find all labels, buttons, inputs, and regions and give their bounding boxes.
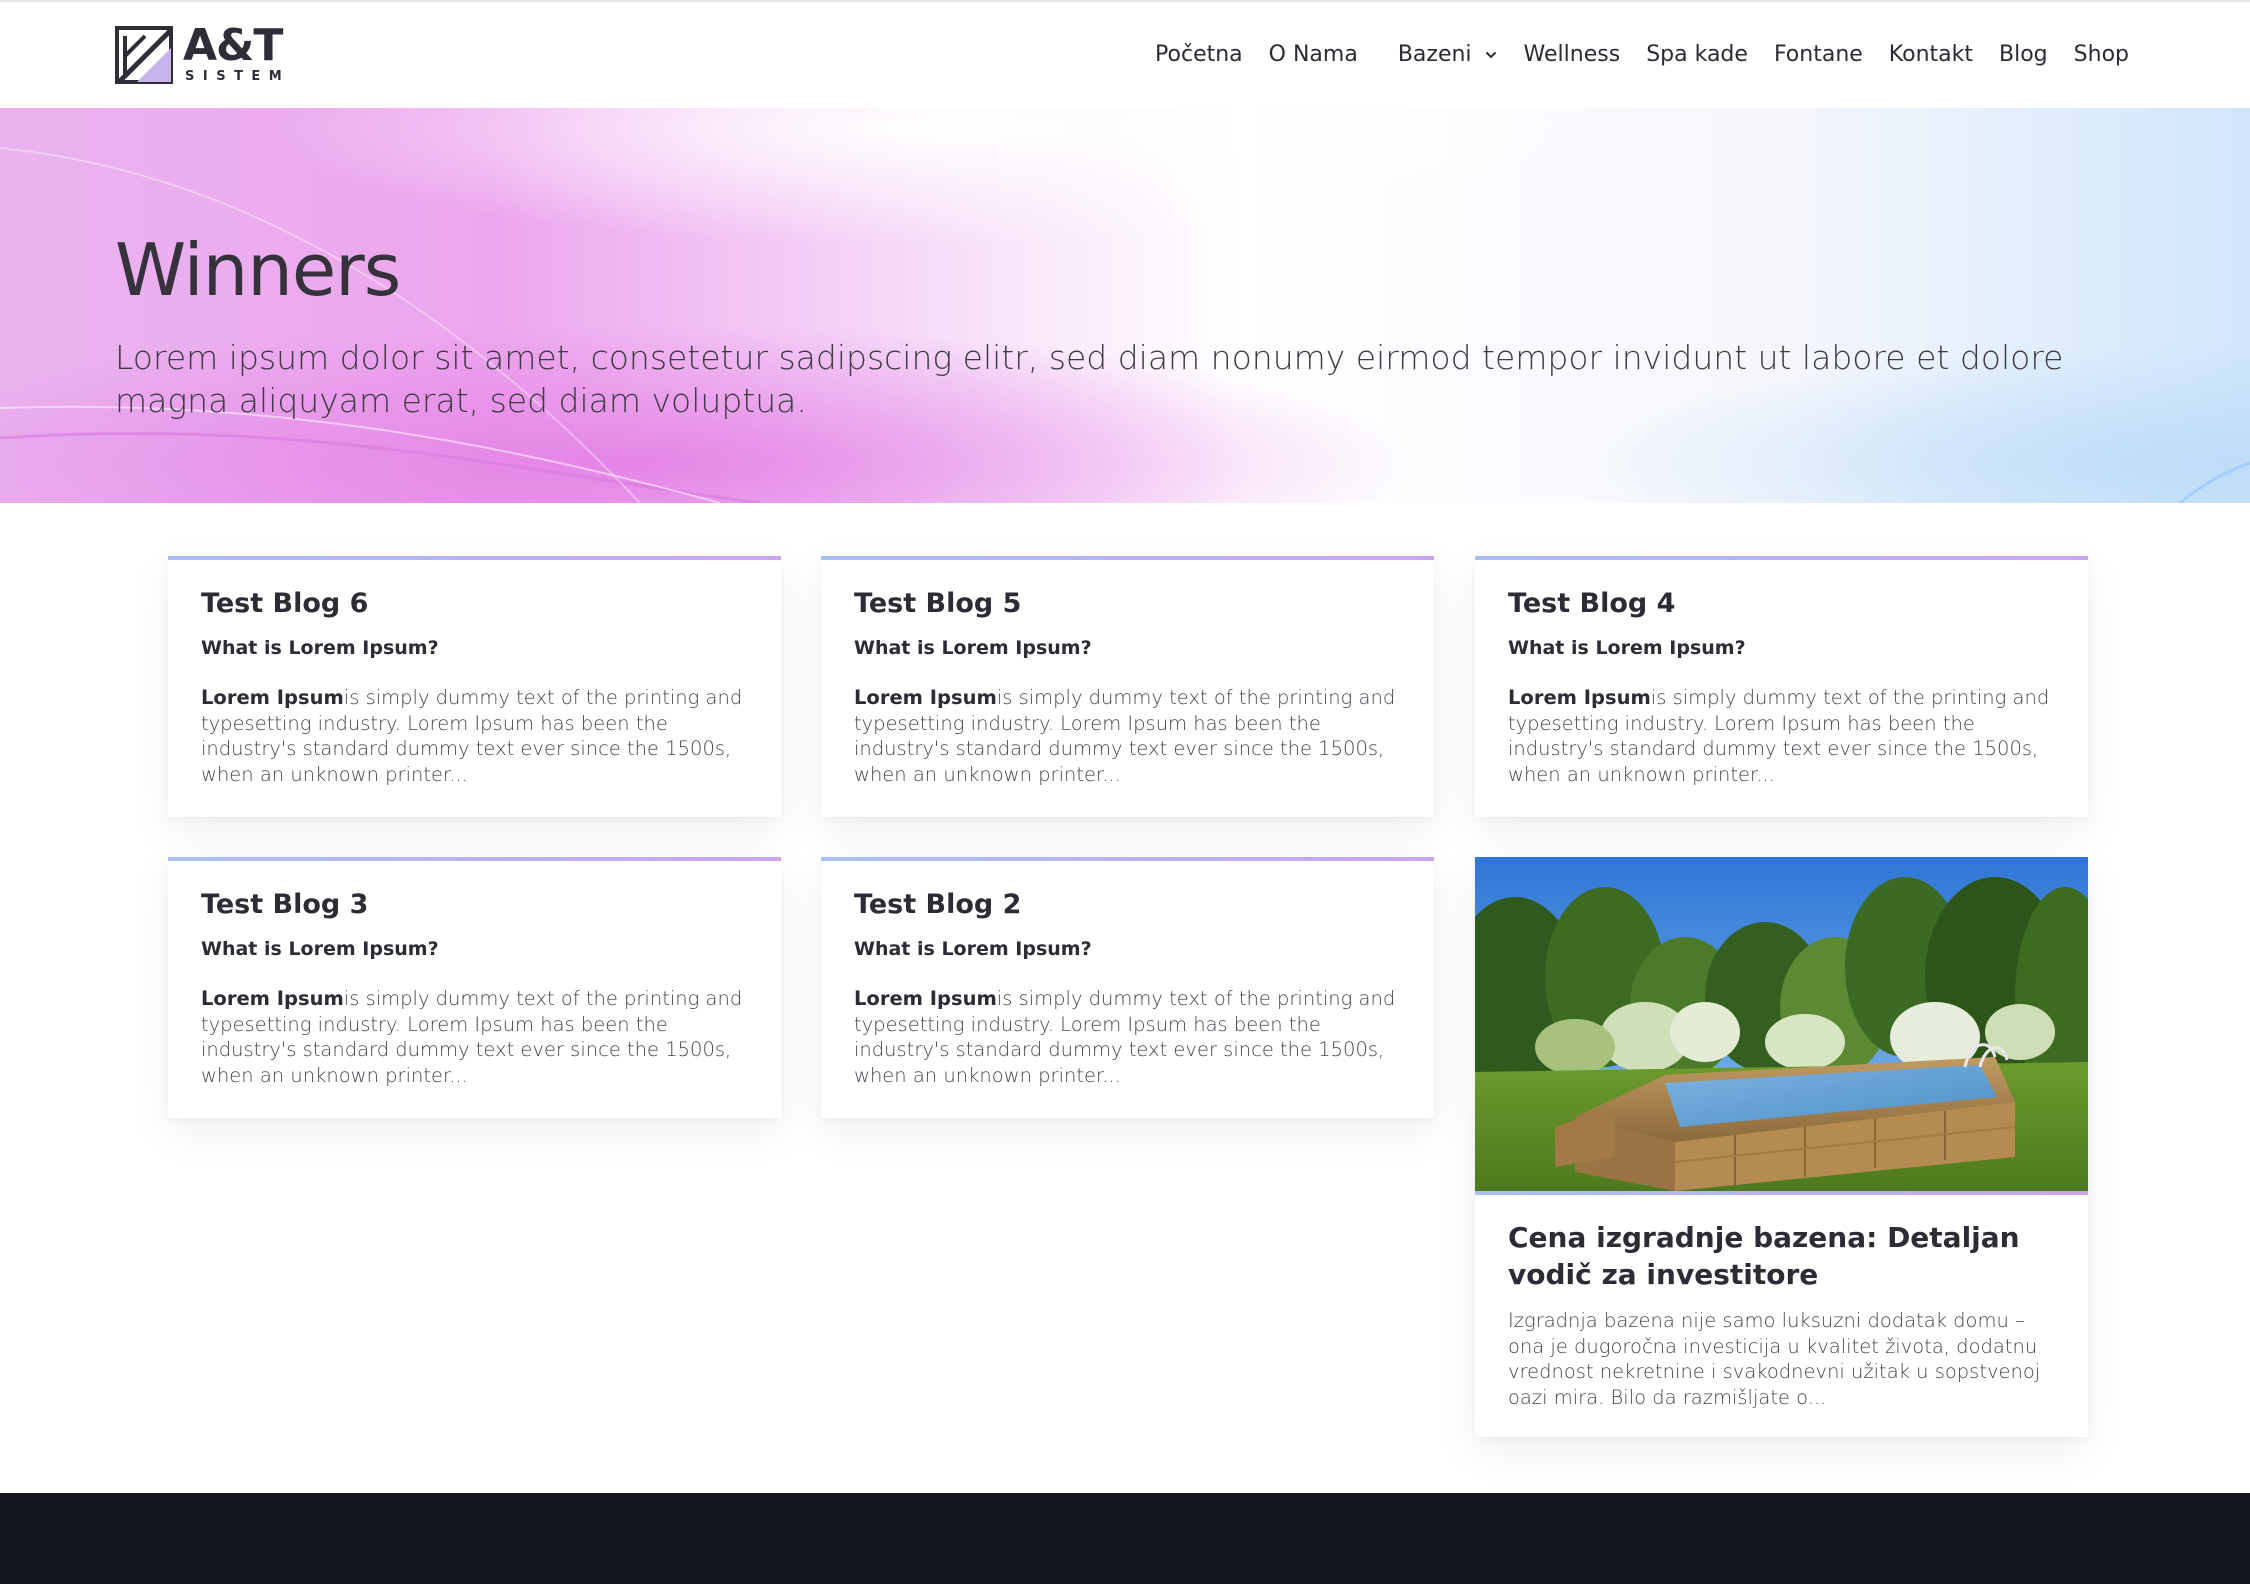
card-accent-bar (821, 857, 1434, 861)
card-subtitle: What is Lorem Ipsum? (854, 938, 1092, 960)
card-title[interactable]: Test Blog 2 (854, 887, 1021, 923)
card-excerpt: Lorem Ipsumis simply dummy text of the p… (854, 986, 1404, 1088)
card-title[interactable]: Test Blog 3 (201, 887, 368, 923)
excerpt-lead: Lorem Ipsum (854, 686, 997, 709)
site-logo[interactable]: A&T SISTEM (115, 22, 295, 86)
blog-card[interactable]: Test Blog 5 What is Lorem Ipsum? Lorem I… (821, 556, 1434, 817)
blog-card[interactable]: Test Blog 4 What is Lorem Ipsum? Lorem I… (1475, 556, 2088, 817)
nav-item-bazeni[interactable]: Bazeni (1398, 40, 1498, 70)
card-excerpt: Lorem Ipsumis simply dummy text of the p… (854, 685, 1404, 787)
featured-post-excerpt: Izgradnja bazena nije samo luksuzni doda… (1508, 1309, 2041, 1409)
pool-in-garden-image (1475, 857, 2088, 1191)
nav-item-o-nama[interactable]: O Nama (1269, 40, 1358, 70)
hero-description: Lorem ipsum dolor sit amet, consetetur s… (115, 338, 2064, 420)
card-title[interactable]: Test Blog 5 (854, 586, 1021, 622)
featured-post-title[interactable]: Cena izgradnje bazena: Detaljan vodič za… (1508, 1219, 2068, 1293)
nav-item-fontane[interactable]: Fontane (1774, 40, 1863, 70)
card-subtitle: What is Lorem Ipsum? (854, 637, 1092, 659)
card-excerpt: Lorem Ipsumis simply dummy text of the p… (1508, 685, 2058, 787)
hero-banner: Winners Lorem ipsum dolor sit amet, cons… (0, 108, 2250, 503)
nav-item-pocetna[interactable]: Početna (1155, 40, 1243, 70)
main-nav: Početna O Nama Bazeni Wellness Spa kade … (1129, 40, 2129, 70)
logo-subtext: SISTEM (185, 69, 291, 84)
card-accent-bar (821, 556, 1434, 560)
site-footer (0, 1493, 2250, 1584)
nav-item-spa-kade[interactable]: Spa kade (1646, 40, 1748, 70)
card-title[interactable]: Test Blog 4 (1508, 586, 1675, 622)
card-accent-bar (168, 857, 781, 861)
logo-text: A&T (183, 20, 283, 71)
nav-item-bazeni-label: Bazeni (1397, 42, 1472, 67)
card-accent-bar (1475, 556, 2088, 560)
excerpt-lead: Lorem Ipsum (201, 987, 344, 1010)
card-subtitle: What is Lorem Ipsum? (201, 637, 439, 659)
site-header: A&T SISTEM Početna O Nama Bazeni Wellnes… (0, 2, 2250, 108)
excerpt-lead: Lorem Ipsum (1508, 686, 1651, 709)
excerpt-lead: Lorem Ipsum (201, 686, 344, 709)
chevron-down-icon (1485, 52, 1496, 59)
card-subtitle: What is Lorem Ipsum? (201, 938, 439, 960)
blog-card[interactable]: Test Blog 6 What is Lorem Ipsum? Lorem I… (168, 556, 781, 817)
nav-item-kontakt[interactable]: Kontakt (1889, 40, 1973, 70)
featured-blog-card[interactable]: Cena izgradnje bazena: Detaljan vodič za… (1475, 857, 2088, 1437)
logo-mark-icon (115, 26, 173, 84)
card-excerpt: Lorem Ipsumis simply dummy text of the p… (201, 685, 751, 787)
card-accent-bar (1475, 1191, 2088, 1195)
card-title[interactable]: Test Blog 6 (201, 586, 368, 622)
blog-card[interactable]: Test Blog 2 What is Lorem Ipsum? Lorem I… (821, 857, 1434, 1118)
excerpt-lead: Lorem Ipsum (854, 987, 997, 1010)
page-title: Winners (115, 228, 401, 312)
card-accent-bar (168, 556, 781, 560)
card-excerpt: Lorem Ipsumis simply dummy text of the p… (201, 986, 751, 1088)
nav-item-wellness[interactable]: Wellness (1524, 40, 1621, 70)
card-subtitle: What is Lorem Ipsum? (1508, 637, 1746, 659)
blog-card[interactable]: Test Blog 3 What is Lorem Ipsum? Lorem I… (168, 857, 781, 1118)
nav-item-shop[interactable]: Shop (2074, 40, 2129, 70)
nav-item-blog[interactable]: Blog (1999, 40, 2048, 70)
featured-post-image[interactable] (1475, 857, 2088, 1191)
